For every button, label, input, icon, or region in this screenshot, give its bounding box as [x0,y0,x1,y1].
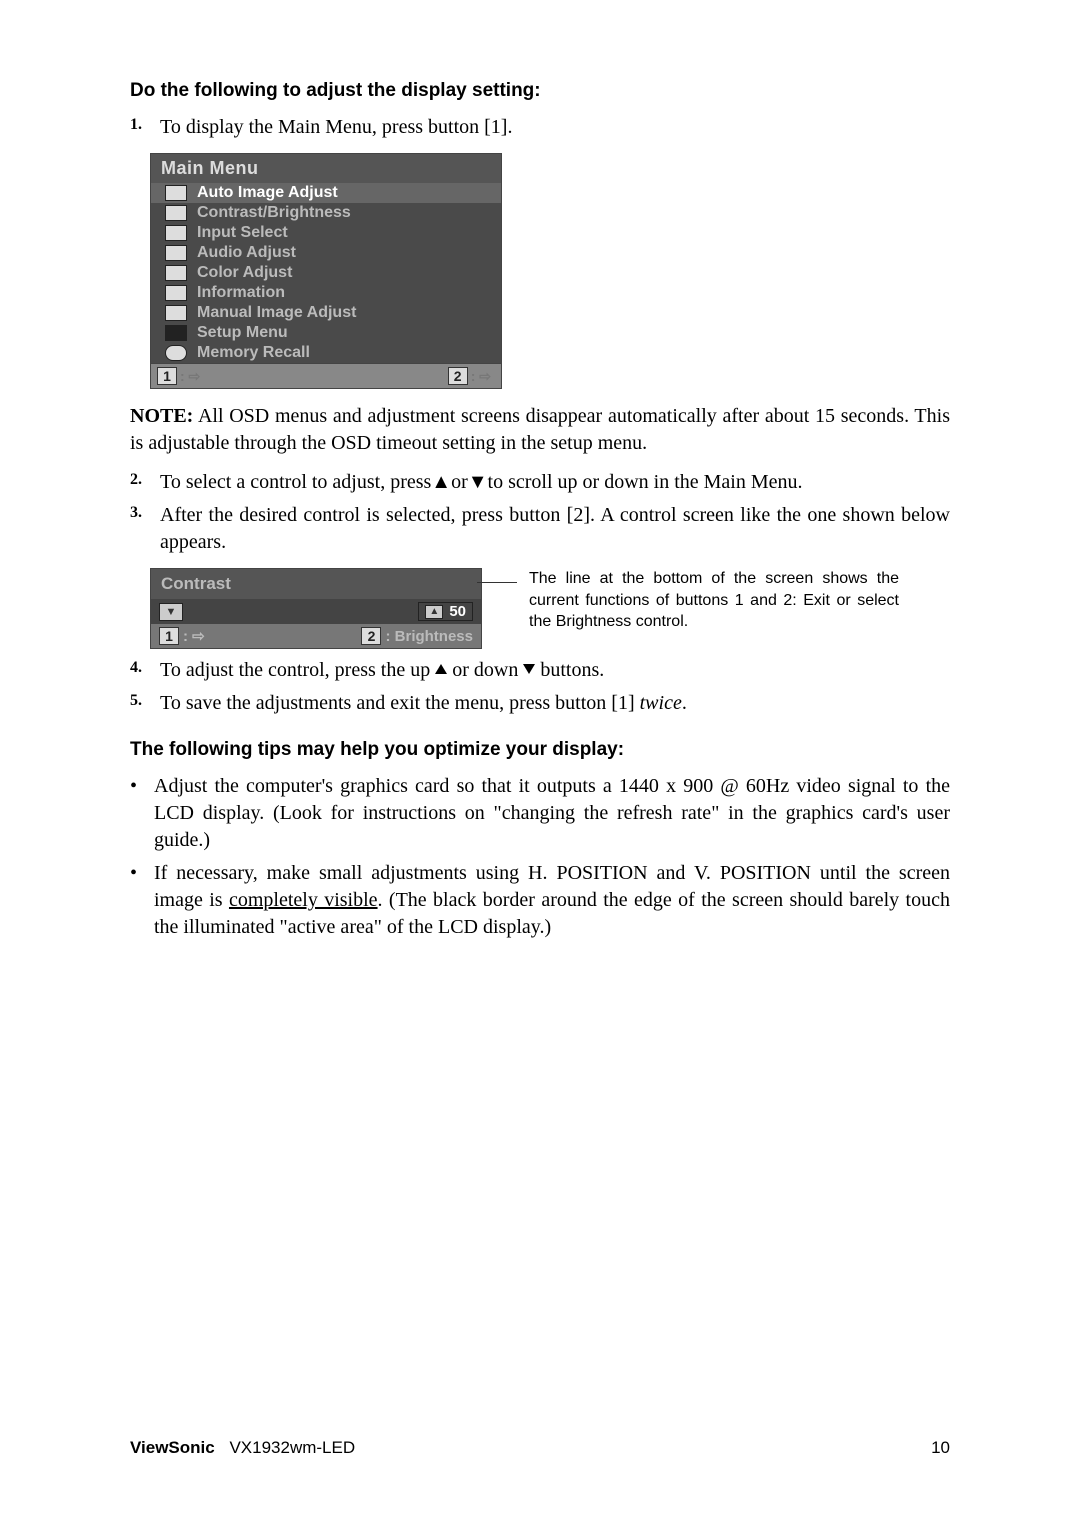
note-label: NOTE: [130,405,193,427]
osd-item: Input Select [151,223,501,243]
contrast-panel: Contrast ▼ ▲ 50 1 : ⇨ 2 : Brightness [150,568,482,649]
step-number: 5. [130,690,160,717]
heading-tips: The following tips may help you optimize… [130,739,950,761]
osd-item-icon [165,185,187,201]
osd-item-icon [165,245,187,261]
osd-main-menu: Main Menu Auto Image Adjust Contrast/Brig… [150,153,502,389]
osd-item-label: Setup Menu [197,324,288,342]
osd-item-label: Color Adjust [197,264,292,282]
osd-item-label: Information [197,284,285,302]
osd-item: Contrast/Brightness [151,203,501,223]
step-4-text: To adjust the control, press the up or d… [160,657,950,684]
contrast-value: 50 [449,603,466,620]
key-2-icon: 2 [448,367,468,385]
contrast-title: Contrast [151,569,481,599]
step-1-text: To display the Main Menu, press button [… [160,114,950,141]
osd-item: Color Adjust [151,263,501,283]
key-2-icon: 2 [361,627,381,645]
step-number: 3. [130,502,160,556]
bullet-dot: • [130,860,154,941]
osd-item-icon [165,205,187,221]
osd-body: Auto Image Adjust Contrast/Brightness Inpu… [151,183,501,363]
callout-text: The line at the bottom of the screen sho… [529,568,899,633]
step-5-text: To save the adjustments and exit the men… [160,690,950,717]
osd-item: Auto Image Adjust [151,183,501,203]
osd-item: Information [151,283,501,303]
footer-page-number: 10 [931,1438,950,1458]
osd-item-icon [165,265,187,281]
note-body: All OSD menus and adjustment screens dis… [130,405,950,454]
brightness-label: : Brightness [385,628,473,645]
key-1-icon: 1 [157,367,177,385]
up-arrow-icon: ▲ [425,605,443,619]
contrast-footer-right: 2 : Brightness [361,627,473,645]
step-number: 4. [130,657,160,684]
contrast-value-box: ▲ 50 [418,602,473,621]
key-1-icon: 1 [159,627,179,645]
tip-2-text: If necessary, make small adjustments usi… [154,860,950,941]
osd-item-label: Input Select [197,224,288,242]
osd-item: Manual Image Adjust [151,303,501,323]
osd-footer-left: 1 : ⇨ [157,367,200,385]
note-text: NOTE: All OSD menus and adjustment scree… [130,403,950,457]
osd-item-label: Auto Image Adjust [197,184,338,202]
page-footer: ViewSonic VX1932wm-LED 10 [130,1438,950,1458]
footer-brand: ViewSonic [130,1438,215,1457]
step-number: 1. [130,114,160,141]
osd-item: Setup Menu [151,323,501,343]
contrast-footer-left: 1 : ⇨ [159,627,205,645]
osd-item-icon [165,325,187,341]
osd-item-label: Audio Adjust [197,244,296,262]
osd-item-icon [165,305,187,321]
footer-model: VX1932wm-LED [229,1438,355,1457]
osd-footer-right: 2 : ⇨ [448,367,491,385]
osd-item-label: Contrast/Brightness [197,204,351,222]
step-3-text: After the desired control is selected, p… [160,502,950,556]
osd-item-icon [165,225,187,241]
step-2-text: To select a control to adjust, press▲or▼… [160,469,950,496]
step-number: 2. [130,469,160,496]
osd-item: Audio Adjust [151,243,501,263]
osd-item: Memory Recall [151,343,501,363]
down-triangle-icon [523,664,535,674]
leader-line [477,582,517,584]
osd-item-icon [165,345,187,361]
osd-item-label: Manual Image Adjust [197,304,356,322]
tip-1-text: Adjust the computer's graphics card so t… [154,773,950,854]
osd-title: Main Menu [151,154,501,183]
osd-item-icon [165,285,187,301]
down-button-icon: ▼ [159,603,183,621]
osd-item-label: Memory Recall [197,344,310,362]
heading-adjust: Do the following to adjust the display s… [130,80,950,102]
bullet-dot: • [130,773,154,854]
up-triangle-icon [435,664,447,674]
